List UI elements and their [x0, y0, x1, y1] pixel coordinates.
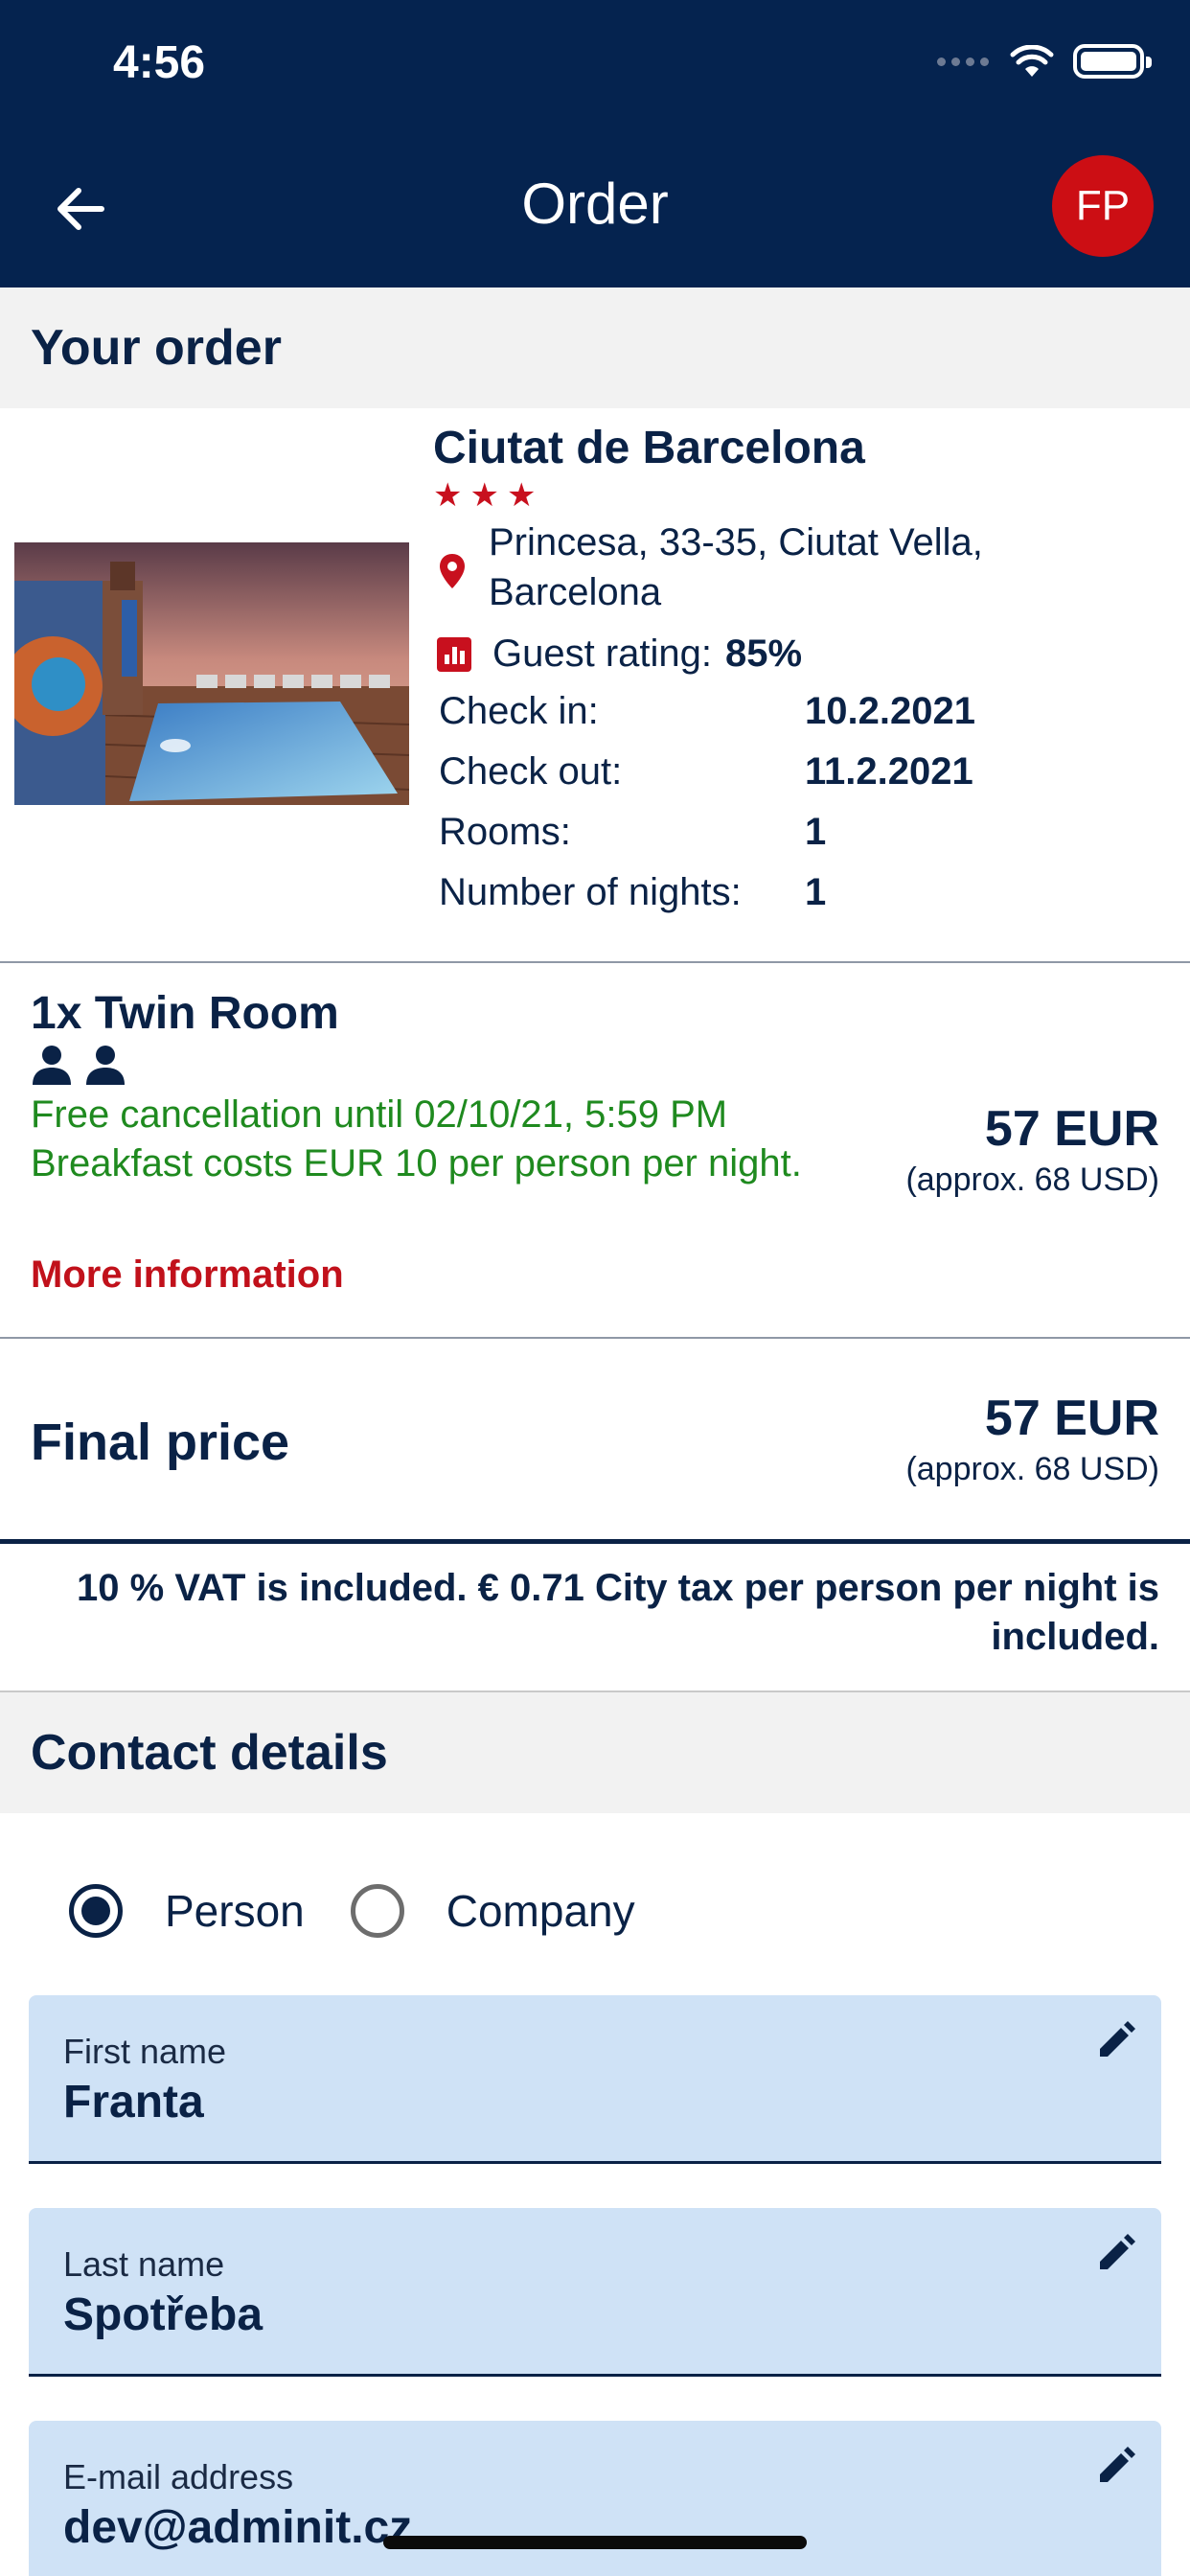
detail-value: 1: [805, 811, 827, 853]
first-name-field[interactable]: First name Franta: [29, 1995, 1161, 2164]
cancellation-policy: Free cancellation until 02/10/21, 5:59 P…: [31, 1093, 728, 1136]
contact-details-heading: Contact details: [0, 1690, 1190, 1813]
star-icon: ★: [433, 477, 463, 514]
room-terms: Free cancellation until 02/10/21, 5:59 P…: [31, 1091, 816, 1188]
detail-label: Check in:: [439, 690, 599, 732]
final-price-value: 57 EUR: [984, 1391, 1159, 1446]
detail-value: 11.2.2021: [805, 750, 973, 793]
app-header: 4:56 Order FP: [0, 0, 1190, 288]
divider: [0, 1539, 1190, 1544]
more-information-link[interactable]: More information: [31, 1254, 344, 1297]
detail-row-check-out: Check out: 11.2.2021: [439, 750, 973, 794]
hotel-stars: ★ ★ ★: [433, 479, 536, 512]
location-pin-icon: [440, 554, 465, 588]
page-title: Order: [521, 172, 669, 236]
hotel-photo: [14, 542, 409, 805]
room-title: 1x Twin Room: [31, 988, 339, 1039]
avatar[interactable]: FP: [1052, 155, 1154, 257]
guest-rating-value: 85%: [725, 632, 803, 675]
room-price-approx: (approx. 68 USD): [905, 1162, 1159, 1198]
customer-type-radio-group: Person Company: [69, 1884, 681, 1938]
email-field[interactable]: E-mail address dev@adminit.cz: [29, 2421, 1161, 2576]
divider: [0, 961, 1190, 963]
wifi-icon: [1010, 45, 1054, 77]
final-price-approx: (approx. 68 USD): [905, 1451, 1159, 1487]
battery-icon: [1073, 44, 1152, 79]
edit-pencil-icon[interactable]: [1094, 2446, 1136, 2488]
final-price: 57 EUR (approx. 68 USD): [905, 1390, 1159, 1488]
last-name-value[interactable]: Spotřeba: [63, 2288, 263, 2341]
first-name-label: First name: [63, 2032, 227, 2071]
radio-company[interactable]: [350, 1884, 404, 1938]
room-occupancy: [31, 1045, 126, 1085]
detail-value: 1: [805, 871, 827, 913]
last-name-label: Last name: [63, 2244, 225, 2284]
detail-label: Check out:: [439, 750, 623, 793]
tax-note: 10 % VAT is included. € 0.71 City tax pe…: [77, 1567, 1159, 1658]
edit-pencil-icon[interactable]: [1094, 2020, 1136, 2062]
guest-rating-row: Guest rating: 85%: [437, 632, 802, 676]
detail-row-check-in: Check in: 10.2.2021: [439, 690, 975, 733]
detail-row-rooms: Rooms: 1: [439, 811, 826, 854]
guest-rating-label: Guest rating:: [492, 632, 713, 675]
star-icon: ★: [506, 477, 537, 514]
breakfast-info: Breakfast costs EUR 10 per person per ni…: [31, 1142, 802, 1184]
final-price-label: Final price: [31, 1414, 290, 1471]
last-name-field[interactable]: Last name Spotřeba: [29, 2208, 1161, 2377]
room-price-value: 57 EUR: [984, 1101, 1159, 1157]
radio-person-label[interactable]: Person: [165, 1885, 305, 1937]
radio-person[interactable]: [69, 1884, 123, 1938]
divider: [0, 1337, 1190, 1339]
signal-icon: [937, 57, 989, 66]
detail-row-nights: Number of nights: 1: [439, 871, 826, 914]
status-time: 4:56: [113, 37, 206, 88]
room-price: 57 EUR (approx. 68 USD): [905, 1100, 1159, 1199]
hotel-name: Ciutat de Barcelona: [433, 423, 865, 473]
person-icon: [86, 1046, 125, 1085]
hotel-address-row: Princesa, 33-35, Ciutat Vella, Barcelona: [437, 518, 1159, 617]
detail-label: Rooms:: [439, 811, 571, 853]
your-order-heading: Your order: [0, 288, 1190, 408]
email-label: E-mail address: [63, 2457, 294, 2496]
first-name-value[interactable]: Franta: [63, 2076, 204, 2128]
person-icon: [33, 1046, 71, 1085]
star-icon: ★: [469, 477, 499, 514]
radio-company-label[interactable]: Company: [446, 1885, 635, 1937]
detail-label: Number of nights:: [439, 871, 742, 913]
email-value[interactable]: dev@adminit.cz: [63, 2501, 412, 2554]
home-indicator[interactable]: [383, 2536, 807, 2549]
rating-chart-icon: [437, 636, 471, 672]
status-icons: [937, 44, 1152, 79]
edit-pencil-icon[interactable]: [1094, 2233, 1136, 2275]
detail-value: 10.2.2021: [805, 690, 975, 732]
hotel-address: Princesa, 33-35, Ciutat Vella, Barcelona: [489, 521, 983, 613]
